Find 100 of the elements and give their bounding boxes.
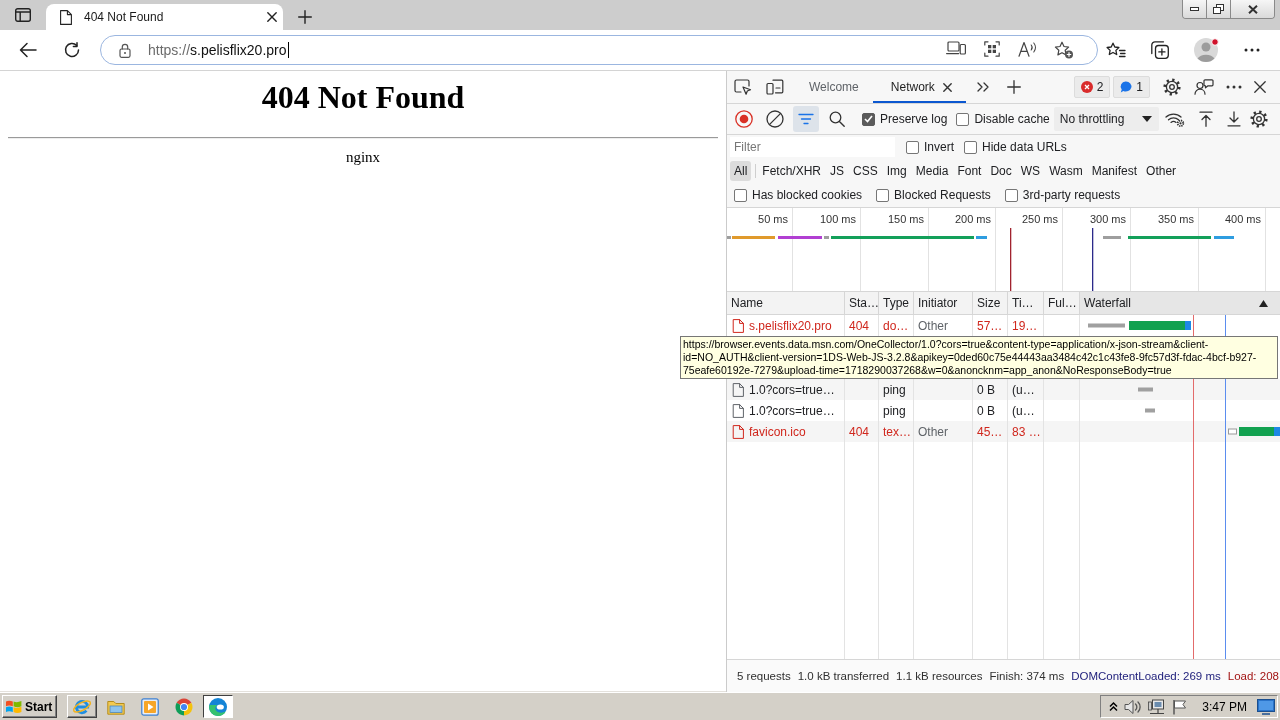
taskbar-button[interactable] <box>203 695 234 718</box>
checkbox[interactable] <box>956 112 970 126</box>
checkbox[interactable] <box>906 140 919 154</box>
type-filter[interactable]: WS <box>1016 161 1045 181</box>
status-text: DOMContentLoaded: 269 ms <box>1071 670 1221 682</box>
plus-icon[interactable] <box>1006 80 1021 94</box>
checkbox-label[interactable]: 3rd-party requests <box>1022 188 1121 202</box>
request-name[interactable]: 1.0?cors=true… <box>749 382 835 397</box>
desktop-icon[interactable] <box>1257 698 1275 715</box>
checkbox[interactable] <box>734 188 747 202</box>
message-counter[interactable]: 1 <box>1113 76 1150 98</box>
inspect-icon[interactable] <box>734 79 752 95</box>
device-icon[interactable] <box>946 41 966 55</box>
person-chat-icon[interactable] <box>1194 79 1214 95</box>
apps-grid-icon[interactable] <box>984 41 1000 57</box>
checkbox-label[interactable]: Has blocked cookies <box>752 188 863 202</box>
type-filter[interactable]: Wasm <box>1045 161 1087 181</box>
type-filter[interactable]: Media <box>911 161 953 181</box>
speaker-icon[interactable] <box>1124 698 1143 715</box>
type-filter[interactable]: Fetch/XHR <box>758 161 826 181</box>
status-text: 1.0 kB transferred <box>797 670 890 682</box>
star-plus-icon[interactable] <box>1054 41 1074 59</box>
double-chevron-icon[interactable] <box>976 82 989 92</box>
favorites-icon[interactable] <box>1106 42 1126 58</box>
plus-icon[interactable] <box>298 10 312 24</box>
table-cell: 404 <box>849 424 870 439</box>
request-name[interactable]: 1.0?cors=true… <box>749 403 835 418</box>
restore-icon <box>1213 4 1224 14</box>
checkbox-label[interactable]: Preserve log <box>880 112 948 126</box>
tick-label: 400 ms <box>1224 212 1261 227</box>
filter-field[interactable]: Filter <box>730 137 895 157</box>
devtools-tab[interactable]: Welcome <box>791 71 873 103</box>
restore-button[interactable] <box>1206 0 1230 18</box>
upload-icon[interactable] <box>1198 111 1213 127</box>
refresh-icon[interactable] <box>64 42 80 58</box>
column-header[interactable]: Name <box>727 292 845 314</box>
type-filter[interactable]: All <box>730 161 752 181</box>
checkbox[interactable] <box>964 140 977 154</box>
sort-arrow-icon[interactable] <box>1259 299 1268 307</box>
flag-icon[interactable] <box>1172 698 1189 715</box>
download-icon[interactable] <box>1226 111 1241 127</box>
close-icon[interactable] <box>1254 81 1266 93</box>
read-aloud-icon[interactable] <box>1018 41 1038 57</box>
minimize-button[interactable] <box>1183 0 1206 18</box>
avatar-icon[interactable] <box>1194 37 1220 63</box>
clock-text[interactable]: 3:47 PM <box>1202 699 1247 714</box>
more-icon[interactable] <box>1226 85 1242 89</box>
close-icon[interactable] <box>942 82 952 92</box>
request-name[interactable]: s.pelisflix20.pro <box>749 318 832 333</box>
type-filter[interactable]: Other <box>1142 161 1181 181</box>
column-header[interactable]: Waterfall <box>1080 292 1280 314</box>
checkbox-label[interactable]: Blocked Requests <box>894 188 991 202</box>
network-icon[interactable] <box>1148 698 1167 715</box>
column-header[interactable]: Type <box>879 292 914 314</box>
checkbox[interactable] <box>862 112 875 126</box>
column-header[interactable]: Size <box>973 292 1008 314</box>
column-header[interactable]: Sta… <box>845 292 879 314</box>
error-counter[interactable]: 2 <box>1073 76 1111 98</box>
back-arrow-icon[interactable] <box>19 42 37 58</box>
timing-bar <box>1138 385 1153 394</box>
table-cell: Other <box>918 424 948 439</box>
browser-tab[interactable]: 404 Not Found <box>46 4 283 30</box>
type-filter[interactable]: Img <box>882 161 911 181</box>
close-button[interactable] <box>1230 0 1274 18</box>
tick-label: 100 ms <box>819 212 856 227</box>
checkbox-label[interactable]: Disable cache <box>974 112 1050 126</box>
start-button[interactable]: Start <box>2 695 58 718</box>
type-filter[interactable]: JS <box>826 161 849 181</box>
record-icon[interactable] <box>735 110 753 128</box>
settings-icon[interactable] <box>1163 78 1181 96</box>
column-header[interactable]: Initiator <box>914 292 973 314</box>
checkbox[interactable] <box>876 188 890 202</box>
column-header[interactable]: Ti… <box>1008 292 1044 314</box>
filter-toggle[interactable] <box>793 106 819 132</box>
type-filter[interactable]: Doc <box>986 161 1016 181</box>
throttling-dropdown[interactable]: No throttling <box>1053 107 1159 131</box>
search-icon[interactable] <box>829 111 845 127</box>
status-text: Finish: 374 ms <box>989 670 1065 682</box>
caret-icon <box>1141 116 1152 122</box>
device-toolbar-icon[interactable] <box>766 79 784 95</box>
settings-icon[interactable] <box>1249 110 1268 128</box>
circle-logo-icon[interactable] <box>175 697 194 716</box>
clear-icon[interactable] <box>766 110 784 128</box>
table-cell: 45… <box>977 424 1003 439</box>
error-icon <box>1080 81 1093 93</box>
collections-icon[interactable] <box>1151 41 1169 59</box>
play-icon[interactable] <box>141 697 160 716</box>
request-name[interactable]: favicon.ico <box>749 424 806 439</box>
checkbox-label[interactable]: Hide data URLs <box>982 140 1067 154</box>
more-icon[interactable] <box>1244 48 1260 52</box>
type-filter[interactable]: CSS <box>849 161 882 181</box>
double-chevron-up-icon[interactable] <box>1109 702 1119 711</box>
network-conditions-icon[interactable] <box>1165 111 1185 127</box>
checkbox-label[interactable]: Invert <box>924 140 954 154</box>
checkbox[interactable] <box>1004 188 1018 202</box>
lock-icon[interactable] <box>119 42 131 58</box>
panel-layout-icon[interactable] <box>15 8 31 22</box>
type-filter[interactable]: Font <box>953 161 986 181</box>
type-filter[interactable]: Manifest <box>1087 161 1142 181</box>
close-icon[interactable] <box>267 12 277 22</box>
